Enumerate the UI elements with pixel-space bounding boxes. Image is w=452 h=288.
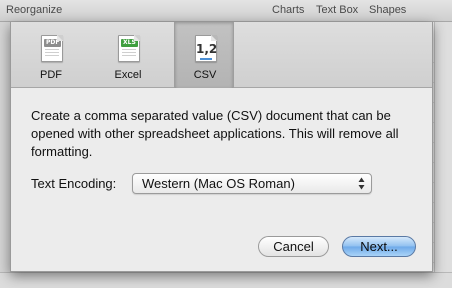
- format-tab-pdf[interactable]: PDF PDF: [21, 22, 81, 88]
- format-tab-csv[interactable]: 1,2 CSV: [174, 22, 234, 88]
- csv-mark: 1,2: [196, 42, 218, 56]
- toolbar-shapes[interactable]: Shapes: [369, 4, 406, 16]
- format-tab-bar: PDF PDF XLS Excel 1,2 CSV: [11, 22, 432, 88]
- excel-document-icon: XLS: [118, 35, 140, 62]
- app-toolbar: Reorganize Charts Text Box Shapes: [0, 0, 452, 22]
- toolbar-charts[interactable]: Charts: [272, 4, 304, 16]
- background-right-panel: [434, 22, 452, 288]
- format-description: Create a comma separated value (CSV) doc…: [31, 108, 399, 159]
- pdf-badge: PDF: [44, 39, 62, 47]
- format-tab-label: Excel: [114, 69, 142, 81]
- format-tab-excel[interactable]: XLS Excel: [98, 22, 158, 88]
- xls-badge: XLS: [121, 39, 138, 47]
- background-footer: [0, 272, 452, 288]
- pdf-document-icon: PDF: [41, 35, 63, 62]
- text-encoding-label: Text Encoding:: [31, 176, 117, 191]
- updown-arrows-icon: [358, 177, 365, 190]
- toolbar-text-box[interactable]: Text Box: [316, 4, 358, 16]
- next-button[interactable]: Next...: [342, 236, 416, 257]
- text-encoding-value: Western (Mac OS Roman): [142, 176, 295, 191]
- export-dialog: PDF PDF XLS Excel 1,2 CSV Create a comma…: [10, 22, 433, 272]
- text-encoding-select[interactable]: Western (Mac OS Roman): [132, 173, 372, 194]
- csv-document-icon: 1,2: [195, 35, 217, 62]
- toolbar-reorganize[interactable]: Reorganize: [6, 4, 62, 16]
- format-tab-label: CSV: [193, 69, 217, 81]
- cancel-button[interactable]: Cancel: [258, 236, 329, 257]
- format-tab-label: PDF: [40, 69, 62, 81]
